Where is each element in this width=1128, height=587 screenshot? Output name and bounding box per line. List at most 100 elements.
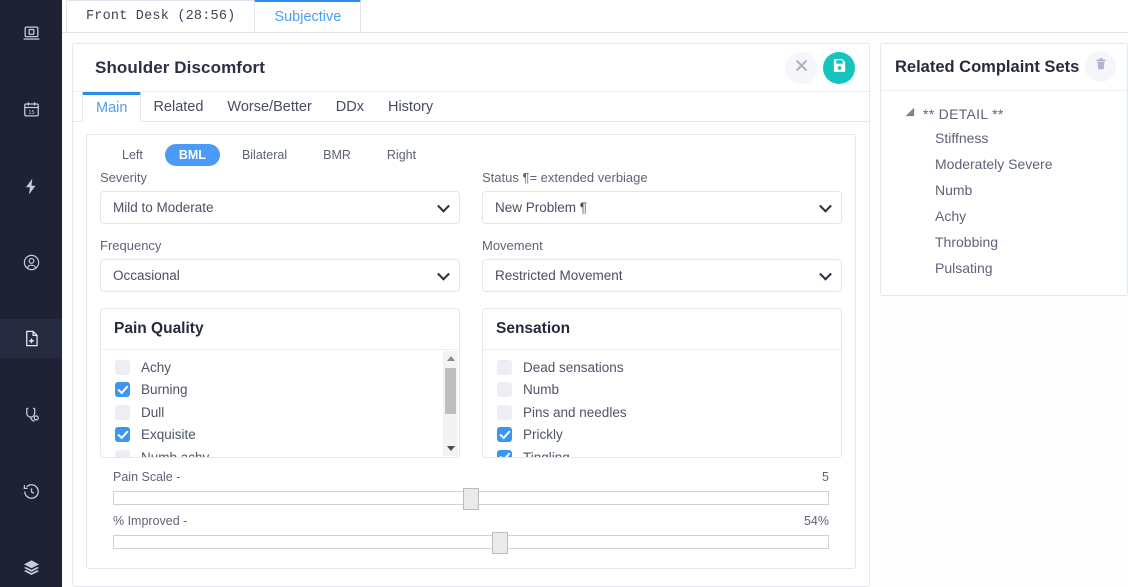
caret-down-icon[interactable] [905,107,919,121]
pain-quality-title: Pain Quality [101,309,459,350]
slider-thumb[interactable] [491,532,508,554]
tab-main[interactable]: Main [82,92,142,122]
percent-improved-slider[interactable] [113,532,829,554]
left-nav-rail: 15 [0,0,62,587]
triangle-down-icon [446,446,455,451]
form-box: Left BML Bilateral BMR Right Severity Mi… [86,134,856,569]
movement-value: Restricted Movement [495,268,623,283]
severity-label: Severity [100,170,147,185]
tab-ddx[interactable]: DDx [324,92,376,121]
list-item-label: Achy [141,359,172,375]
percent-improved-label: % Improved - [113,514,188,528]
side-pill-right[interactable]: Right [373,144,430,166]
save-icon [831,57,848,79]
sidebar-item-schedule[interactable]: 15 [0,90,62,129]
scrollbar[interactable] [443,351,458,456]
list-item[interactable]: Throbbing [881,229,1127,255]
pain-scale-row: Pain Scale - 5 [113,470,829,484]
checkbox-icon[interactable] [497,404,512,420]
sensation-list: Dead sensations Numb Pins and needles Pr… [483,350,841,457]
status-select[interactable]: New Problem ¶ [482,191,842,224]
scrollbar-track[interactable] [443,366,458,441]
laptop-icon [22,24,41,43]
application-window: 15 Front Desk (28:56) Subjective Shoulde… [0,0,1128,587]
pain-scale-label: Pain Scale - [113,470,181,484]
list-item[interactable]: Numb achy [101,446,459,457]
side-pill-bilateral[interactable]: Bilateral [228,144,301,166]
checkbox-icon[interactable] [115,359,130,375]
checkbox-icon[interactable] [115,382,130,398]
list-item-label: Exquisite [141,427,196,443]
scrollbar-thumb[interactable] [445,368,456,414]
frequency-label: Frequency [100,238,162,253]
sidebar-item-exam[interactable] [0,396,62,435]
list-item[interactable]: Burning [101,379,459,402]
inner-tab-bar: Main Related Worse/Better DDx History [73,92,869,122]
checkbox-icon[interactable] [115,404,130,420]
close-icon [794,58,809,78]
tab-front-desk[interactable]: Front Desk (28:56) [66,0,256,32]
movement-select[interactable]: Restricted Movement [482,259,842,292]
list-item-label: Dull [141,404,165,420]
sidebar-item-patients[interactable] [0,243,62,282]
field-row-2: Frequency Occasional Movement Restricted… [100,238,842,306]
checkbox-icon[interactable] [497,427,512,443]
tab-related[interactable]: Related [141,92,215,121]
sidebar-item-templates[interactable] [0,548,62,587]
list-item[interactable]: Pulsating [881,255,1127,281]
checkbox-icon[interactable] [115,449,130,457]
frequency-select[interactable]: Occasional [100,259,460,292]
list-item[interactable]: Numb [881,177,1127,203]
sensation-title: Sensation [483,309,841,350]
list-item[interactable]: Tingling [483,446,841,457]
sidebar-item-history[interactable] [0,472,62,511]
side-pill-left[interactable]: Left [108,144,157,166]
trash-icon [1094,57,1108,76]
list-item[interactable]: Dull [101,401,459,424]
list-item[interactable]: Numb [483,379,841,402]
scroll-up-button[interactable] [443,351,458,366]
severity-value: Mild to Moderate [113,200,214,215]
pain-scale-slider[interactable] [113,488,829,510]
list-item[interactable]: Pins and needles [483,401,841,424]
severity-select[interactable]: Mild to Moderate [100,191,460,224]
list-item[interactable]: Moderately Severe [881,151,1127,177]
list-item[interactable]: Exquisite [101,424,459,447]
frequency-value: Occasional [113,268,180,283]
sensation-panel: Sensation Dead sensations Numb Pins and … [482,308,842,458]
history-clock-icon [22,482,41,501]
list-item[interactable]: Dead sensations [483,356,841,379]
chevron-down-icon [437,199,450,213]
tree-root-node[interactable]: ** DETAIL ** [881,103,1127,125]
tab-subjective[interactable]: Subjective [254,0,362,32]
list-item[interactable]: Stiffness [881,125,1127,151]
sidebar-item-quick-actions[interactable] [0,167,62,206]
sidebar-item-dashboard[interactable] [0,14,62,53]
checkbox-icon[interactable] [497,382,512,398]
checkbox-icon[interactable] [115,427,130,443]
pain-quality-list: Achy Burning Dull Exquisite [101,350,459,457]
page-title: Shoulder Discomfort [95,57,266,77]
delete-button[interactable] [1085,51,1116,82]
list-item[interactable]: Prickly [483,424,841,447]
side-pill-bmr[interactable]: BMR [309,144,365,166]
field-row-1: Severity Mild to Moderate Status ¶= exte… [100,170,842,238]
scroll-down-button[interactable] [443,441,458,456]
workspace: Front Desk (28:56) Subjective Shoulder D… [62,0,1128,587]
status-value: New Problem ¶ [495,200,588,215]
close-button[interactable] [785,52,817,84]
list-item-label: Numb achy [141,450,209,457]
severity-field: Severity Mild to Moderate [100,170,460,224]
tab-worse-better[interactable]: Worse/Better [215,92,323,121]
list-item-label: Pins and needles [523,404,627,420]
list-item-label: Numb [523,382,560,398]
side-pill-bml[interactable]: BML [164,144,220,166]
list-item[interactable]: Achy [881,203,1127,229]
list-item[interactable]: Achy [101,356,459,379]
checkbox-icon[interactable] [497,449,512,457]
checkbox-icon[interactable] [497,359,512,375]
tab-history[interactable]: History [376,92,445,121]
sidebar-item-new-note[interactable] [0,319,62,359]
slider-thumb[interactable] [463,488,479,510]
save-button[interactable] [823,52,855,84]
